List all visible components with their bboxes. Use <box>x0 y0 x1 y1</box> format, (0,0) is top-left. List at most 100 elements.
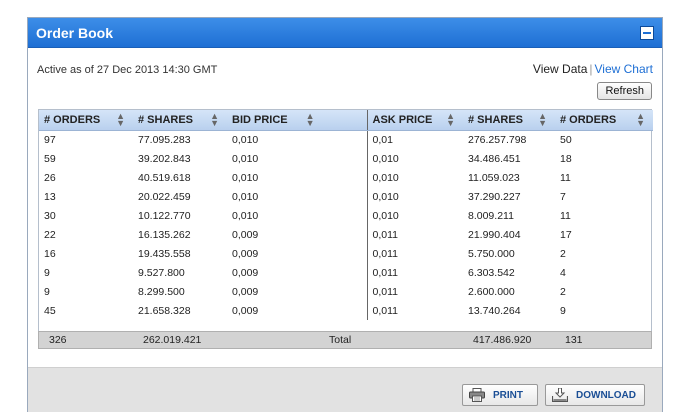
col-header-label: # SHARES <box>468 113 524 126</box>
table-row: 16 19.435.558 0,009 0,011 5.750.000 2 <box>39 244 653 263</box>
col-header-ask-price[interactable]: ASK PRICE ▲ ▼ <box>366 110 463 131</box>
col-header-bid-shares[interactable]: # SHARES ▲ ▼ <box>133 110 227 131</box>
sort-arrows-icon[interactable]: ▲ ▼ <box>446 112 455 128</box>
cell: 97 <box>44 133 56 146</box>
printer-icon <box>469 388 485 402</box>
cell: 0,011 <box>366 263 463 282</box>
cell: 16.135.262 <box>138 228 191 241</box>
table-row: 13 20.022.459 0,010 0,010 37.290.227 7 <box>39 187 653 206</box>
table-row: 9 9.527.800 0,009 0,011 6.303.542 4 <box>39 263 653 282</box>
cell: 0,010 <box>366 168 463 187</box>
cell: 0,010 <box>232 209 259 222</box>
cell: 9 <box>560 304 566 317</box>
cell: 59 <box>44 152 56 165</box>
total-label: Total <box>329 334 352 346</box>
cell: 7 <box>560 190 566 203</box>
cell: 4 <box>560 266 566 279</box>
table-row: 30 10.122.770 0,010 0,010 8.009.211 11 <box>39 206 653 225</box>
cell: 0,010 <box>366 187 463 206</box>
print-label: PRINT <box>493 389 523 401</box>
panel-title: Order Book <box>36 24 114 41</box>
col-header-bid-orders[interactable]: # ORDERS ▲ ▼ <box>39 110 133 131</box>
cell: 0,011 <box>366 225 463 244</box>
sort-arrows-icon[interactable]: ▲ ▼ <box>636 112 645 128</box>
cell: 50 <box>560 133 572 146</box>
cell: 26 <box>44 171 56 184</box>
download-button[interactable]: DOWNLOAD <box>545 384 645 406</box>
cell: 0,010 <box>232 171 259 184</box>
cell: 22 <box>44 228 56 241</box>
cell: 276.257.798 <box>468 133 527 146</box>
sort-arrows-icon[interactable]: ▲ ▼ <box>306 112 315 128</box>
col-header-label: # ORDERS <box>44 113 101 126</box>
cell: 37.290.227 <box>468 190 521 203</box>
cell: 9 <box>44 266 50 279</box>
panel-header: Order Book <box>28 18 662 48</box>
cell: 13 <box>44 190 56 203</box>
cell: 2 <box>560 247 566 260</box>
cell: 0,011 <box>366 282 463 301</box>
cell: 0,009 <box>232 304 259 317</box>
cell: 21.990.404 <box>468 228 521 241</box>
view-data-link[interactable]: View Data <box>533 62 587 76</box>
cell: 9 <box>44 285 50 298</box>
cell: 17 <box>560 228 572 241</box>
col-header-label: # SHARES <box>138 113 194 126</box>
download-tray-icon <box>551 387 569 403</box>
cell: 0,010 <box>232 190 259 203</box>
cell: 0,010 <box>232 133 259 146</box>
col-header-ask-orders[interactable]: # ORDERS ▲ ▼ <box>555 110 653 131</box>
cell: 10.122.770 <box>138 209 191 222</box>
cell: 45 <box>44 304 56 317</box>
total-ask-orders: 131 <box>565 334 583 346</box>
table-row: 59 39.202.843 0,010 0,010 34.486.451 18 <box>39 149 653 168</box>
cell: 0,009 <box>232 285 259 298</box>
col-header-ask-shares[interactable]: # SHARES ▲ ▼ <box>463 110 555 131</box>
cell: 11.059.023 <box>468 171 520 184</box>
cell: 0,010 <box>232 152 259 165</box>
view-chart-link[interactable]: View Chart <box>595 62 653 76</box>
cell: 11 <box>560 209 571 222</box>
cell: 9.527.800 <box>138 266 185 279</box>
cell: 8.009.211 <box>468 209 514 222</box>
table-header-row: # ORDERS ▲ ▼ # SHARES ▲ ▼ BID PRICE ▲ ▼ ASK PR… <box>39 110 653 131</box>
cell: 0,009 <box>232 228 259 241</box>
total-ask-shares: 417.486.920 <box>473 334 532 346</box>
sort-arrows-icon[interactable]: ▲ ▼ <box>538 112 547 128</box>
col-header-label: # ORDERS <box>560 113 617 126</box>
cell: 39.202.843 <box>138 152 191 165</box>
cell: 2 <box>560 285 566 298</box>
order-book-panel: Order Book Active as of 27 Dec 2013 14:3… <box>27 17 663 412</box>
download-label: DOWNLOAD <box>576 389 636 401</box>
status-timestamp: Active as of 27 Dec 2013 14:30 GMT <box>37 64 218 76</box>
cell: 77.095.283 <box>138 133 191 146</box>
refresh-button[interactable]: Refresh <box>597 82 652 100</box>
cell: 0,011 <box>366 301 463 320</box>
sort-arrows-icon[interactable]: ▲ ▼ <box>210 112 219 128</box>
cell: 0,010 <box>366 206 463 225</box>
totals-row: 326 262.019.421 Total 417.486.920 131 <box>38 331 652 349</box>
cell: 16 <box>44 247 56 260</box>
table-row: 45 21.658.328 0,009 0,011 13.740.264 9 <box>39 301 653 320</box>
col-header-bid-price[interactable]: BID PRICE ▲ ▼ <box>227 110 367 131</box>
cell: 40.519.618 <box>138 171 191 184</box>
total-bid-shares: 262.019.421 <box>143 334 202 346</box>
cell: 18 <box>560 152 572 165</box>
cell: 13.740.264 <box>468 304 521 317</box>
cell: 34.486.451 <box>468 152 521 165</box>
cell: 0,009 <box>232 266 259 279</box>
table-row: 26 40.519.618 0,010 0,010 11.059.023 11 <box>39 168 653 187</box>
cell: 8.299.500 <box>138 285 185 298</box>
print-button[interactable]: PRINT <box>462 384 538 406</box>
table-row: 97 77.095.283 0,010 0,01 276.257.798 50 <box>39 130 653 149</box>
table-row: 9 8.299.500 0,009 0,011 2.600.000 2 <box>39 282 653 301</box>
cell: 2.600.000 <box>468 285 515 298</box>
cell: 0,01 <box>366 130 463 149</box>
sort-arrows-icon[interactable]: ▲ ▼ <box>116 112 125 128</box>
cell: 21.658.328 <box>138 304 191 317</box>
col-header-label: BID PRICE <box>232 113 288 126</box>
panel-footer: PRINT DOWNLOAD <box>28 367 662 412</box>
view-separator: | <box>589 62 593 76</box>
total-bid-orders: 326 <box>49 334 67 346</box>
collapse-icon[interactable] <box>640 25 654 40</box>
